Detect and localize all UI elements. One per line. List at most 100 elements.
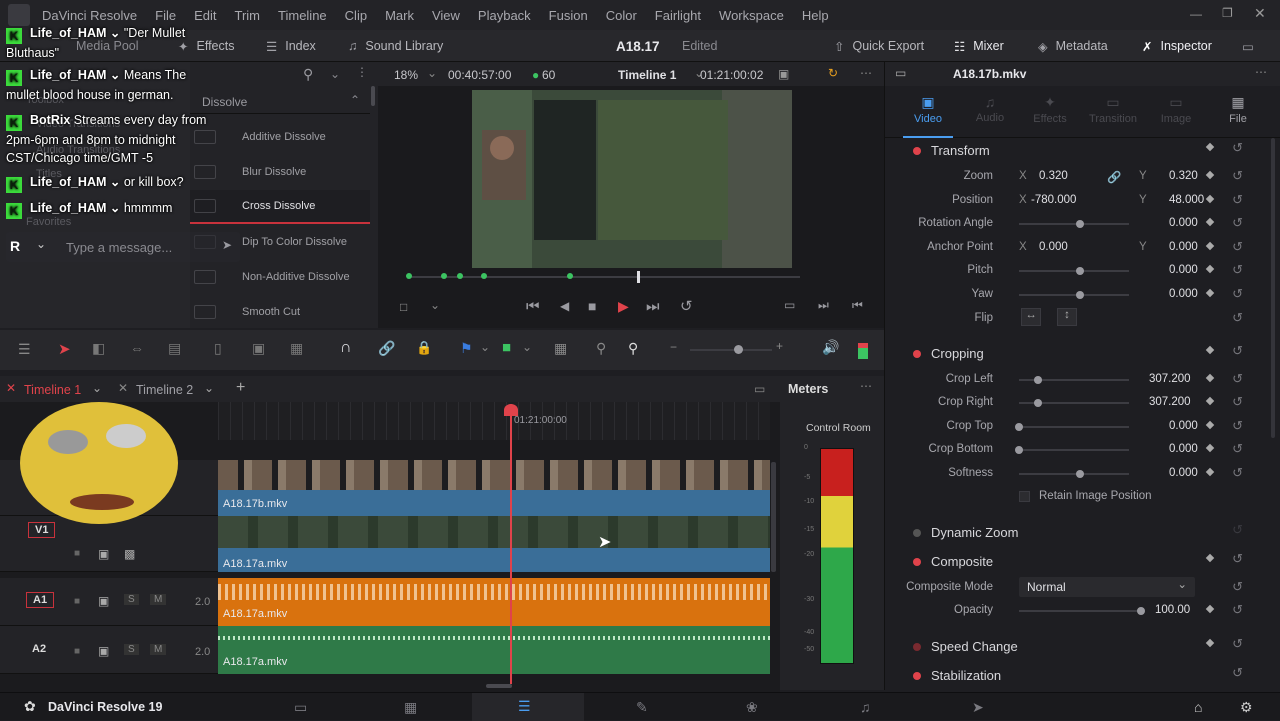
keyframe-icon[interactable] [1205, 396, 1215, 406]
reset-icon[interactable]: ↺ [1232, 394, 1243, 410]
reset-icon[interactable]: ↺ [1232, 262, 1243, 278]
match-frame-icon[interactable]: ▭ [784, 298, 795, 312]
zoom-slider-knob[interactable] [734, 345, 743, 354]
home-icon[interactable]: ⌂ [1194, 699, 1202, 715]
close-tab-icon[interactable]: ✕ [118, 381, 128, 395]
softness-value[interactable]: 0.000 [1169, 467, 1198, 479]
tab-timeline-1[interactable]: Timeline 1 [24, 383, 81, 397]
loop-icon[interactable]: ↻ [828, 66, 838, 80]
reset-icon[interactable]: ↺ [1232, 371, 1243, 387]
section-dynamic-zoom[interactable]: Dynamic Zoom ↺ [885, 520, 1265, 546]
scrubber-bar[interactable] [406, 271, 800, 283]
zoom-to-fit-icon[interactable]: ▦ [554, 340, 567, 357]
softness-slider[interactable] [1019, 470, 1129, 478]
zoom-detail-icon[interactable]: ⚲ [596, 340, 606, 357]
tab-effects[interactable]: ✦ Effects [1025, 94, 1075, 125]
layout-icon[interactable]: ☰ [18, 341, 31, 358]
media-page-icon[interactable]: ▭ [294, 699, 307, 716]
scrubber-playhead[interactable] [637, 271, 640, 283]
fusion-page-icon[interactable]: ✎ [636, 699, 648, 716]
flip-horizontal-icon[interactable]: ↔ [1021, 308, 1041, 326]
flip-vertical-icon[interactable]: ↕ [1057, 308, 1077, 326]
transform-overlay-icon[interactable]: □ [400, 300, 407, 314]
loop-playback-icon[interactable]: ↺ [680, 297, 693, 315]
keyframe-icon[interactable] [1205, 288, 1215, 298]
disabled-dot-icon[interactable] [913, 529, 921, 537]
reset-icon[interactable]: ↺ [1232, 441, 1243, 457]
insert-clip-icon[interactable]: ▯ [214, 340, 222, 357]
keyframe-icon[interactable] [1205, 467, 1215, 477]
crop-left-value[interactable]: 307.200 [1149, 373, 1191, 385]
opacity-value[interactable]: 100.00 [1155, 604, 1190, 616]
selection-tool-icon[interactable]: ➤ [58, 340, 71, 358]
rotation-value[interactable]: 0.000 [1169, 217, 1198, 229]
keyframe-icon[interactable] [1205, 142, 1215, 152]
marker-icon[interactable] [406, 273, 412, 279]
flag-icon[interactable]: ⚑ [460, 340, 473, 357]
crop-bottom-value[interactable]: 0.000 [1169, 443, 1198, 455]
go-to-end-icon[interactable]: ⏭ [646, 298, 660, 315]
keyframe-icon[interactable] [1205, 638, 1215, 648]
lock-track-icon[interactable]: ■ [74, 646, 80, 657]
metadata-button[interactable]: ◈ Metadata [1038, 30, 1108, 62]
replace-clip-icon[interactable]: ▦ [290, 340, 303, 357]
viewer-frame[interactable] [472, 90, 792, 268]
reset-icon[interactable]: ↺ [1232, 465, 1243, 481]
mute-button[interactable]: M [150, 644, 167, 655]
more-options-icon[interactable]: ⋯ [860, 379, 872, 393]
clip-a2-audio[interactable]: A18.17a.mkv [218, 626, 770, 674]
lock-track-icon[interactable]: ■ [74, 596, 80, 607]
slider-knob[interactable] [1015, 423, 1023, 431]
tab-transition[interactable]: ▭ Transition [1085, 94, 1141, 125]
slider-knob[interactable] [1076, 267, 1084, 275]
menu-help[interactable]: Help [802, 8, 829, 23]
menu-edit[interactable]: Edit [194, 8, 216, 23]
solo-button[interactable]: S [124, 594, 139, 605]
slider-knob[interactable] [1034, 376, 1042, 384]
fairlight-page-icon[interactable]: ♫ [860, 699, 871, 715]
zoom-custom-icon[interactable]: ⚲ [628, 340, 638, 357]
keyframe-icon[interactable] [1205, 345, 1215, 355]
zoom-level[interactable]: 18% [394, 68, 418, 82]
menu-playback[interactable]: Playback [478, 8, 531, 23]
stop-icon[interactable]: ■ [588, 298, 596, 314]
crop-left-slider[interactable] [1019, 376, 1129, 384]
inspector-button[interactable]: ✗ Inspector [1142, 30, 1212, 62]
lock-icon[interactable]: 🔒 [416, 340, 432, 356]
clip-v1-video[interactable]: A18.17a.mkv [218, 516, 770, 572]
menu-clip[interactable]: Clip [345, 8, 367, 23]
chevron-down-icon[interactable]: ⌄ [480, 340, 490, 354]
menu-workspace[interactable]: Workspace [719, 8, 784, 23]
auto-select-icon[interactable]: ▣ [98, 547, 109, 561]
auto-select-icon[interactable]: ▣ [98, 644, 109, 658]
inspector-scrollbar[interactable] [1271, 138, 1275, 438]
keyframe-icon[interactable] [1205, 373, 1215, 383]
speaker-icon[interactable]: 🔊 [822, 339, 839, 356]
menu-app[interactable]: DaVinci Resolve [42, 8, 137, 23]
retain-position-checkbox[interactable] [1019, 491, 1030, 502]
marker-color-icon[interactable]: ■ [502, 339, 511, 356]
section-composite[interactable]: Composite ↺ [885, 549, 1265, 575]
menu-mark[interactable]: Mark [385, 8, 414, 23]
clip-v2-video[interactable]: A18.17b.mkv [218, 460, 770, 516]
yaw-value[interactable]: 0.000 [1169, 288, 1198, 300]
rotation-slider[interactable] [1019, 220, 1129, 228]
snapping-icon[interactable]: ∩ [340, 339, 352, 357]
effect-cross-dissolve[interactable]: Cross Dissolve [190, 190, 370, 224]
chevron-down-icon[interactable]: ⌄ [92, 381, 102, 395]
quick-export-button[interactable]: ⇧ Quick Export [834, 30, 924, 62]
search-icon[interactable]: ⚲ [303, 66, 313, 83]
play-reverse-icon[interactable]: ◀ [560, 299, 569, 313]
section-stabilization[interactable]: Stabilization ↺ [885, 663, 1265, 689]
zoom-in-icon[interactable]: + [776, 339, 783, 353]
marker-icon[interactable] [481, 273, 487, 279]
sound-library-button[interactable]: ♫ Sound Library [348, 30, 443, 62]
tab-video[interactable]: ▣ Video [903, 94, 953, 125]
reset-icon[interactable]: ↺ [1232, 551, 1243, 567]
options-chevron-icon[interactable]: ⌄ [330, 67, 340, 81]
slider-knob[interactable] [1137, 607, 1145, 615]
track-visibility-icon[interactable]: ▩ [124, 547, 135, 561]
chevron-down-icon[interactable]: ⌄ [522, 340, 532, 354]
prev-edit-icon[interactable]: ⏮ [852, 298, 863, 313]
slider-knob[interactable] [1076, 470, 1084, 478]
